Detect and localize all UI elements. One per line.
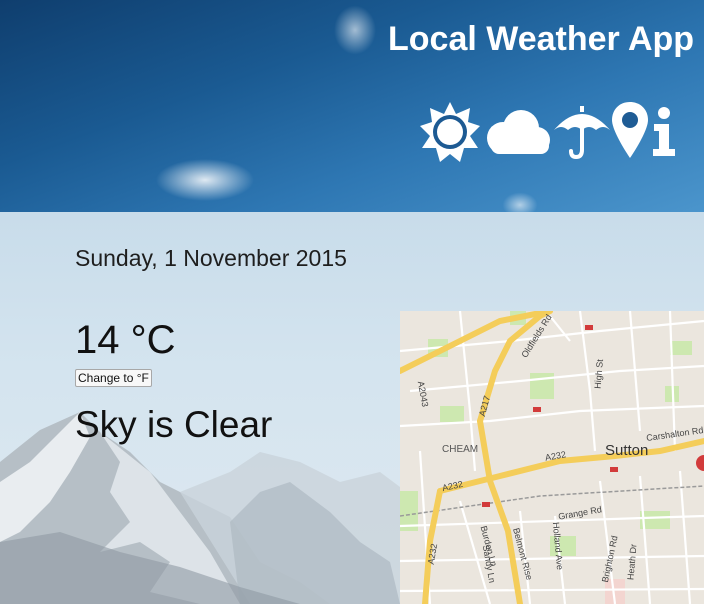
sun-icon[interactable] — [420, 102, 480, 162]
weather-description: Sky is Clear — [75, 404, 273, 445]
current-date: Sunday, 1 November 2015 — [75, 245, 347, 271]
change-unit-button[interactable]: Change to °F — [75, 369, 152, 387]
temperature-value: 14 °C — [75, 318, 176, 362]
map-pin-icon[interactable] — [612, 102, 648, 162]
map-label-cheam: CHEAM — [442, 444, 479, 455]
header-banner: Local Weather App — [0, 0, 704, 212]
location-map[interactable]: Oldfields Rd A2043 A217 High St CHEAM Su… — [400, 311, 704, 604]
weather-content: Sunday, 1 November 2015 14 °C Change to … — [0, 212, 704, 604]
map-label-sutton: Sutton — [605, 442, 649, 459]
info-icon[interactable] — [650, 106, 678, 158]
app-title: Local Weather App — [388, 20, 695, 58]
umbrella-icon[interactable] — [552, 102, 612, 162]
cloud-icon[interactable] — [483, 108, 551, 156]
